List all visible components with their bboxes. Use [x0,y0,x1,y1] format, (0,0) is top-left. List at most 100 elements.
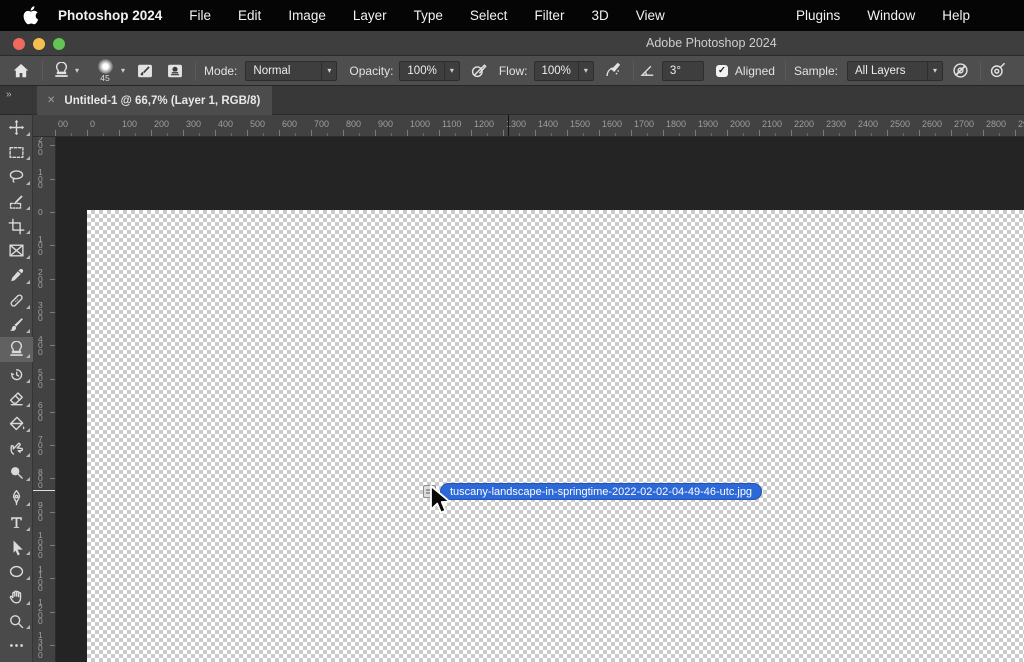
ruler-tick-label: 500 [250,119,266,129]
gradient-tool[interactable] [0,411,33,436]
history-brush-icon [10,368,23,380]
gradient-icon [9,416,25,431]
tool-flyout-indicator [26,625,30,630]
ellipse-shape-icon [9,566,24,578]
document-canvas-transparent[interactable]: tuscany-landscape-in-springtime-2022-02-… [87,210,1024,662]
type-tool[interactable] [0,510,33,535]
home-icon[interactable] [10,59,32,83]
menubar-app-name[interactable]: Photoshop 2024 [58,8,162,23]
soft-brush-preview [97,58,113,74]
menu-plugins[interactable]: Plugins [769,8,840,23]
ruler-tick-label: 700 [314,119,330,129]
pressure-size-icon[interactable] [987,59,1009,83]
pen-icon [12,490,21,506]
chevron-down-icon[interactable]: ▾ [121,66,125,75]
ruler-tick-label: 1 0 0 [38,167,43,191]
menu-type[interactable]: Type [414,8,443,23]
pen-tool[interactable] [0,485,33,510]
divider [784,60,786,81]
ruler-tick-label: 1 1 0 0 [38,563,43,593]
path-selection-tool[interactable] [0,535,33,560]
horizontal-ruler[interactable]: 00 0 100 200 300 400 500 600 700 800 900 1000 1100 12… [33,115,1024,137]
tool-flyout-indicator [26,279,30,284]
eyedropper-tool[interactable] [0,263,33,288]
brush-angle-icon [637,59,659,83]
brush-preset-picker[interactable]: 45 [92,58,118,83]
healing-brush-icon [10,294,23,307]
ruler-tick-label: 6 0 0 [38,400,43,424]
menu-window[interactable]: Window [840,8,915,23]
ruler-tick-label: 2900 [1018,119,1024,129]
opacity-input[interactable]: 100% ▾ [399,60,460,81]
chevron-down-icon[interactable]: ▾ [75,66,79,75]
ignore-adjustment-layers-icon[interactable] [950,59,972,83]
clone-stamp-tool[interactable] [0,337,33,362]
document-tab[interactable]: ✕ Untitled-1 @ 66,7% (Layer 1, RGB/8) [37,86,272,115]
hand-icon [9,590,22,604]
smudge-tool[interactable] [0,436,33,461]
menu-edit[interactable]: Edit [238,8,261,23]
ruler-tick-label: 8 0 0 [38,466,43,490]
toggle-brush-settings-panel-icon[interactable] [134,59,156,83]
ellipse-shape-tool[interactable] [0,559,33,584]
menu-file[interactable]: File [189,8,211,23]
menu-help[interactable]: Help [915,8,970,23]
lasso-tool[interactable] [0,164,33,189]
aligned-checkbox[interactable]: ✓ [715,64,728,77]
vertical-ruler[interactable]: 3 0 02 0 01 0 001 0 02 0 03 0 04 0 05 0 … [33,137,56,662]
crop-tool[interactable] [0,214,33,239]
frame-icon [9,244,24,257]
eraser-tool[interactable] [0,387,33,412]
history-brush-tool[interactable] [0,362,33,387]
zoom-window-button[interactable] [53,38,65,50]
zoom-tool[interactable] [0,609,33,634]
menu-select[interactable]: Select [470,8,508,23]
ruler-tick-label: 1 3 0 0 [38,630,43,660]
sample-select[interactable]: All Layers ▾ [846,60,943,81]
dodge-tool[interactable] [0,461,33,486]
menu-3d[interactable]: 3D [591,8,608,23]
menu-layer[interactable]: Layer [353,8,387,23]
eraser-icon [9,392,23,406]
minimize-window-button[interactable] [33,38,45,50]
apple-logo-icon[interactable] [22,5,39,25]
sample-label: Sample: [793,63,838,78]
brush-angle-input[interactable]: 3° [661,60,704,81]
tool-flyout-indicator [26,156,30,161]
object-selection-tool[interactable] [0,189,33,214]
pressure-opacity-icon[interactable] [468,59,490,83]
flow-input[interactable]: 100% ▾ [533,60,594,81]
ruler-tick-label: 2700 [954,119,975,129]
window-titlebar: Adobe Photoshop 2024 [0,31,1024,56]
healing-brush-tool[interactable] [0,288,33,313]
ruler-tick-label: 2 0 0 [38,137,43,157]
blend-mode-select[interactable]: Normal ▾ [245,60,338,81]
airbrush-icon[interactable] [602,59,624,83]
frame-tool[interactable] [0,238,33,263]
canvas-viewport[interactable]: tuscany-landscape-in-springtime-2022-02-… [56,137,1024,662]
collapse-tools-panel-icon[interactable]: » [0,86,32,115]
close-tab-icon[interactable]: ✕ [47,95,55,106]
menu-image[interactable]: Image [288,8,326,23]
divider [195,60,197,81]
chevron-down-icon: ▾ [443,61,459,80]
tool-flyout-indicator [26,353,30,358]
rectangular-marquee-tool[interactable] [0,140,33,165]
clone-stamp-tool-preset-icon[interactable] [50,59,72,83]
ruler-tick-label: 1200 [474,119,495,129]
chevron-down-icon: ▾ [926,61,942,80]
toggle-clone-source-panel-icon[interactable] [164,59,186,83]
chevron-down-icon: ▾ [321,61,336,80]
move-tool[interactable] [0,115,33,140]
menu-view[interactable]: View [636,8,665,23]
sample-value: All Layers [854,64,906,77]
path-selection-icon [13,540,23,555]
ruler-tick-label: 2800 [986,119,1007,129]
tool-flyout-indicator [26,477,30,482]
menu-filter[interactable]: Filter [534,8,564,23]
hand-tool[interactable] [0,584,33,609]
brush-tool[interactable] [0,313,33,338]
edit-toolbar-tool[interactable] [0,633,33,658]
tool-flyout-indicator [26,452,30,457]
close-window-button[interactable] [13,38,25,50]
